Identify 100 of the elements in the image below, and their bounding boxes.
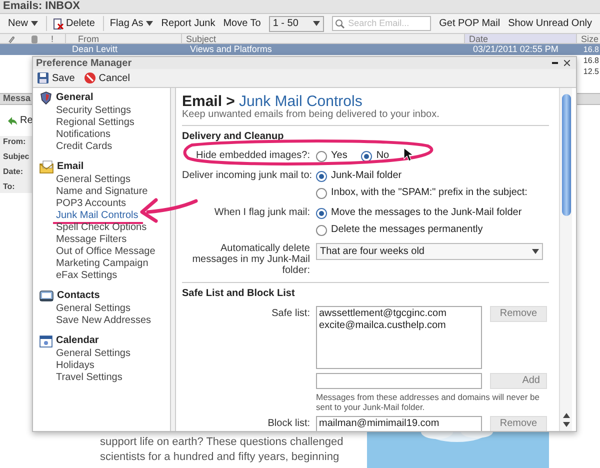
sidebar-item[interactable]: Travel Settings [56, 372, 122, 384]
field-label: Hide embedded images?: [195, 150, 311, 162]
column-heading: From [65, 34, 181, 43]
dropdown[interactable]: That are four weeks old [316, 243, 543, 260]
radio-option[interactable]: Inbox, with the "SPAM:" prefix in the subject: [316, 187, 528, 199]
sidebar-item[interactable]: General Settings [56, 348, 130, 360]
section-heading: Delivery and Cleanup [182, 131, 285, 143]
radio-unselected[interactable] [316, 188, 327, 198]
hint-text: Messages from these addresses and domains will never be sent to your Junk-Mail folder. [316, 392, 540, 412]
info-icon [31, 35, 38, 44]
radio-option[interactable]: Junk-Mail folder [316, 170, 528, 182]
sidebar-item[interactable]: Credit Cards [56, 141, 112, 153]
window-title: Emails: INBOX [3, 0, 80, 14]
table-cell: 16.8 [583, 55, 600, 66]
sidebar-item[interactable]: Save New Addresses [56, 315, 152, 327]
search-icon [335, 18, 346, 28]
paperclip-icon [7, 35, 15, 44]
close-icon[interactable] [564, 60, 570, 66]
annotation-arrow [140, 198, 198, 223]
cancel-button[interactable]: Cancel [84, 70, 130, 86]
list-item[interactable]: excite@mailca.custhelp.com [319, 320, 479, 332]
safe-list[interactable]: awssettlement@tgcginc.com excite@mailca.custhelp.com [316, 306, 482, 369]
new-button[interactable]: New [8, 16, 38, 31]
page-title: Junk Mail Controls [238, 94, 362, 109]
sidebar-item[interactable]: Security Settings [56, 105, 132, 117]
sidebar-item[interactable]: Name and Signature [56, 186, 148, 198]
sidebar-item[interactable]: General Settings [56, 174, 130, 186]
field-label: Safe list: [270, 307, 311, 321]
sidebar-item[interactable]: Message Filters [56, 234, 127, 246]
radio-option[interactable]: No [361, 150, 390, 162]
field-label: When I flag junk mail: [213, 207, 311, 220]
reply-arrow-icon [8, 116, 17, 124]
breadcrumb-parent: Email > [182, 94, 235, 109]
table-cell-text: 03/21/2011 02:55 PM [472, 44, 560, 55]
calendar-icon [39, 334, 53, 348]
range-select[interactable]: 1 - 50 [268, 16, 324, 32]
section-heading: Contacts [57, 290, 100, 302]
sidebar-item[interactable]: Out of Office Message [56, 246, 156, 258]
field-label: Automatically delete messages in my Junk-Mail folder: [191, 243, 311, 276]
document-delete-icon [53, 18, 64, 30]
sidebar-item[interactable]: General Settings [56, 303, 130, 315]
section-heading: Calendar [56, 335, 99, 347]
radio-option[interactable]: Yes [316, 150, 348, 162]
table-cell-text: Dean Levitt [71, 44, 119, 55]
flag-as-button[interactable]: Flag As [102, 16, 154, 31]
address-book-icon [39, 289, 54, 303]
remove-button[interactable]: Remove [490, 306, 547, 322]
search-input[interactable]: Search Email... [348, 16, 428, 30]
field-label: Block list: [266, 417, 311, 431]
remove-button[interactable]: Remove [490, 416, 547, 431]
field-label: Date: [3, 166, 24, 178]
add-button[interactable]: Add [490, 373, 547, 389]
no-entry-icon [84, 72, 96, 84]
caret-icon [313, 21, 320, 26]
radio-unselected[interactable] [316, 150, 327, 162]
radio-selected[interactable] [361, 150, 372, 162]
radio-selected[interactable] [316, 208, 327, 218]
sidebar-item[interactable]: Holidays [56, 360, 94, 372]
body-text: support life on earth? These questions challenged [100, 435, 344, 450]
section-heading: General [56, 92, 94, 104]
block-list[interactable]: mailman@mimimail19.com [316, 416, 482, 431]
section-heading: Safe List and Block List [182, 288, 296, 300]
radio-option[interactable]: Move the messages to the Junk-Mail folder [316, 207, 522, 219]
column-heading: Size [576, 34, 599, 43]
field-label: To: [3, 181, 16, 193]
delete-button[interactable]: Delete [46, 16, 95, 31]
mouse-cursor-icon [404, 147, 414, 162]
radio-unselected[interactable] [316, 224, 327, 236]
reply-button[interactable]: Re [8, 113, 33, 128]
save-button[interactable]: Save [37, 70, 75, 86]
page-subtitle: Keep unwanted emails from being delivered to your inbox. [182, 109, 440, 121]
list-item[interactable]: awssettlement@tgcginc.com [319, 308, 479, 320]
search-field[interactable]: Search Email... [332, 16, 432, 31]
get-pop-mail-button[interactable]: Get POP Mail [439, 16, 500, 31]
table-cell: 16.8 [583, 44, 600, 55]
sidebar-item[interactable]: eFax Settings [56, 270, 118, 282]
scrollbar[interactable] [559, 88, 572, 431]
table-cell: 12.5 [583, 66, 600, 77]
report-junk-button[interactable]: Report Junk [161, 16, 216, 31]
sidebar-item[interactable]: Spell Check Options [56, 222, 147, 234]
scrollbar-thumb[interactable] [562, 94, 570, 216]
field-label: From: [3, 136, 27, 148]
sidebar-item[interactable]: POP3 Accounts [56, 198, 126, 210]
pane-title: Messa [3, 92, 31, 106]
caret-icon [532, 249, 539, 254]
input-field[interactable] [316, 373, 482, 389]
radio-selected[interactable] [316, 170, 327, 182]
sidebar-item[interactable]: Junk Mail Controls [56, 210, 138, 222]
column-heading: ! [51, 34, 55, 43]
sidebar-item[interactable]: Notifications [56, 129, 110, 141]
move-to-button[interactable]: Move To [223, 16, 261, 31]
table-cell-text: Views and Platforms [189, 44, 273, 55]
shield-icon [39, 91, 53, 105]
list-item[interactable]: mailman@mimimail19.com [319, 418, 479, 430]
field-label: Subjec [3, 151, 30, 163]
sidebar-item[interactable]: Marketing Campaign [56, 258, 148, 270]
field-label: Deliver incoming junk mail to: [182, 170, 314, 183]
sidebar-item[interactable]: Regional Settings [56, 117, 134, 129]
radio-option[interactable]: Delete the messages permanently [316, 224, 522, 236]
show-unread-button[interactable]: Show Unread Only [508, 16, 592, 31]
